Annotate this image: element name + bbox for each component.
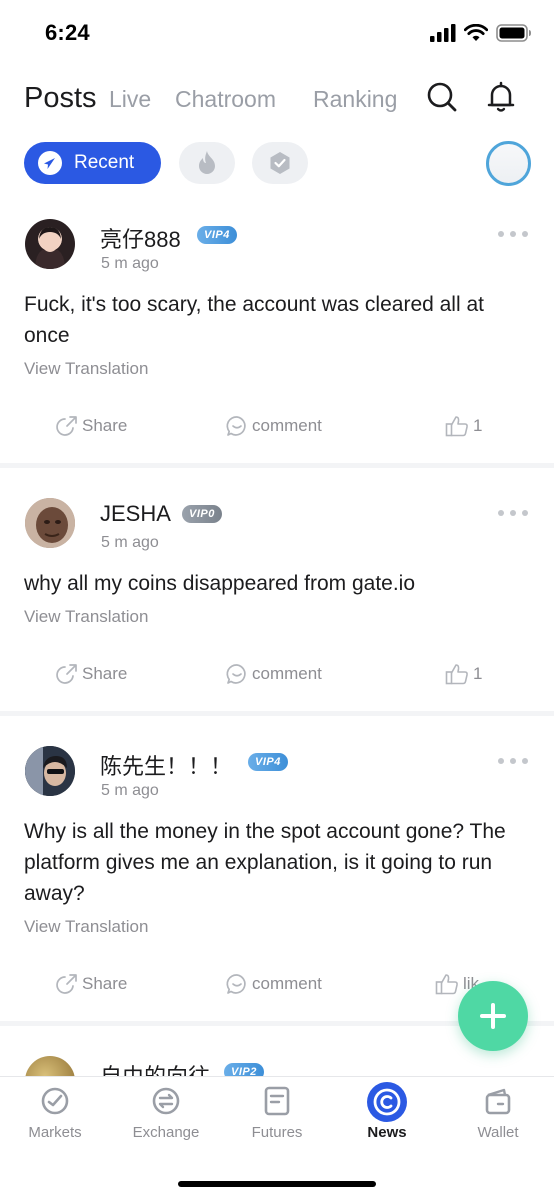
share-label: Share [82,664,128,683]
share-button[interactable]: Share [56,973,127,995]
avatar-photo [35,227,65,269]
post-item: 亮仔888 VIP4 5 m ago Fuck, it's too scary,… [0,208,554,465]
avatar[interactable] [25,746,75,796]
comment-label: comment [252,974,322,993]
avatar[interactable] [25,1056,75,1076]
tab-label: Wallet [477,1124,519,1141]
more-options-button[interactable] [498,758,528,766]
tab-wallet[interactable]: Wallet [443,1085,553,1141]
futures-icon [264,1086,290,1116]
avatar[interactable] [25,498,75,548]
post-time: 5 m ago [101,782,159,799]
status-bar: 6:24 [0,0,554,64]
markets-icon [41,1087,69,1115]
username[interactable]: 自由的向往 [100,1059,210,1076]
navigation-arrow-icon [38,151,62,175]
avatar-photo [25,746,75,796]
exchange-icon [152,1087,180,1115]
post-time: 5 m ago [101,255,159,272]
battery-icon [496,24,531,42]
comment-label: comment [252,416,322,435]
post-content[interactable]: why all my coins disappeared from gate.i… [24,568,534,599]
tab-posts[interactable]: Posts [24,82,97,115]
post-item: 陈先生！！！ VIP4 5 m ago Why is all the money… [0,735,554,1023]
wifi-icon [464,24,488,41]
home-indicator[interactable] [178,1181,376,1187]
view-translation-link[interactable]: View Translation [24,359,148,379]
verified-filter-button[interactable] [252,142,308,184]
username[interactable]: 亮仔888 [100,222,181,254]
status-time: 6:24 [45,20,90,45]
filter-row: Recent [0,140,554,188]
share-icon [56,416,77,436]
like-button[interactable]: 1 [445,415,482,437]
comment-button[interactable]: comment [226,973,322,995]
fire-icon [199,151,215,174]
tab-ranking[interactable]: Ranking [313,86,402,113]
status-icons [430,24,532,42]
tab-label: Markets [28,1124,82,1141]
like-button[interactable]: 1 [445,663,482,685]
vip-badge: VIP4 [248,753,288,771]
tab-label: Exchange [132,1124,200,1141]
post-divider [0,711,554,716]
hot-filter-button[interactable] [179,142,235,184]
like-count: 1 [473,664,483,683]
recent-filter-button[interactable]: Recent [24,142,161,184]
username[interactable]: JESHA [100,501,171,527]
avatar[interactable] [25,219,75,269]
like-count: 1 [473,416,483,435]
thumbs-up-icon [445,416,468,437]
vip-badge: VIP4 [197,226,237,244]
username[interactable]: 陈先生！！！ [100,749,232,781]
post-content[interactable]: Why is all the money in the spot account… [24,816,534,909]
post-time: 5 m ago [101,534,159,551]
vip-badge: VIP0 [182,505,222,523]
comment-icon [226,416,246,436]
verified-icon [270,152,290,174]
recent-filter-label: Recent [74,152,135,173]
news-icon [367,1082,407,1122]
vip-badge: VIP2 [224,1063,264,1076]
tab-exchange[interactable]: Exchange [111,1085,221,1141]
post-divider [0,463,554,468]
thumbs-up-icon [445,664,468,685]
bell-icon[interactable] [484,80,518,114]
post-content[interactable]: Fuck, it's too scary, the account was cl… [24,289,534,351]
wallet-icon [485,1088,511,1115]
tab-markets[interactable]: Markets [0,1085,110,1141]
share-button[interactable]: Share [56,415,127,437]
tab-live[interactable]: Live [109,86,151,113]
share-button[interactable]: Share [56,663,127,685]
tab-label: News [367,1124,407,1141]
tab-chatroom[interactable]: Chatroom [175,86,276,113]
view-translation-link[interactable]: View Translation [24,917,148,937]
comment-icon [226,664,246,684]
tab-futures[interactable]: Futures [222,1085,332,1141]
share-icon [56,664,77,684]
share-label: Share [82,416,128,435]
more-options-button[interactable] [498,510,528,518]
share-label: Share [82,974,128,993]
comment-icon [226,974,246,994]
comment-label: comment [252,664,322,683]
avatar-photo [25,498,75,548]
create-post-button[interactable] [458,981,528,1051]
signal-icon [430,24,456,42]
comment-button[interactable]: comment [226,415,322,437]
thumbs-up-icon [435,974,458,995]
tab-label: Futures [251,1124,303,1141]
more-options-button[interactable] [498,231,528,239]
comment-button[interactable]: comment [226,663,322,685]
search-icon[interactable] [425,80,459,114]
post-item: 自由的向往 VIP2 [0,1045,554,1076]
tab-news[interactable]: News [332,1082,442,1141]
plus-icon [480,1003,506,1029]
top-nav: Posts Live Chatroom Ranking [0,72,554,126]
post-item: JESHA VIP0 5 m ago why all my coins disa… [0,487,554,713]
view-translation-link[interactable]: View Translation [24,607,148,627]
progress-ring[interactable] [486,141,531,186]
share-icon [56,974,77,994]
